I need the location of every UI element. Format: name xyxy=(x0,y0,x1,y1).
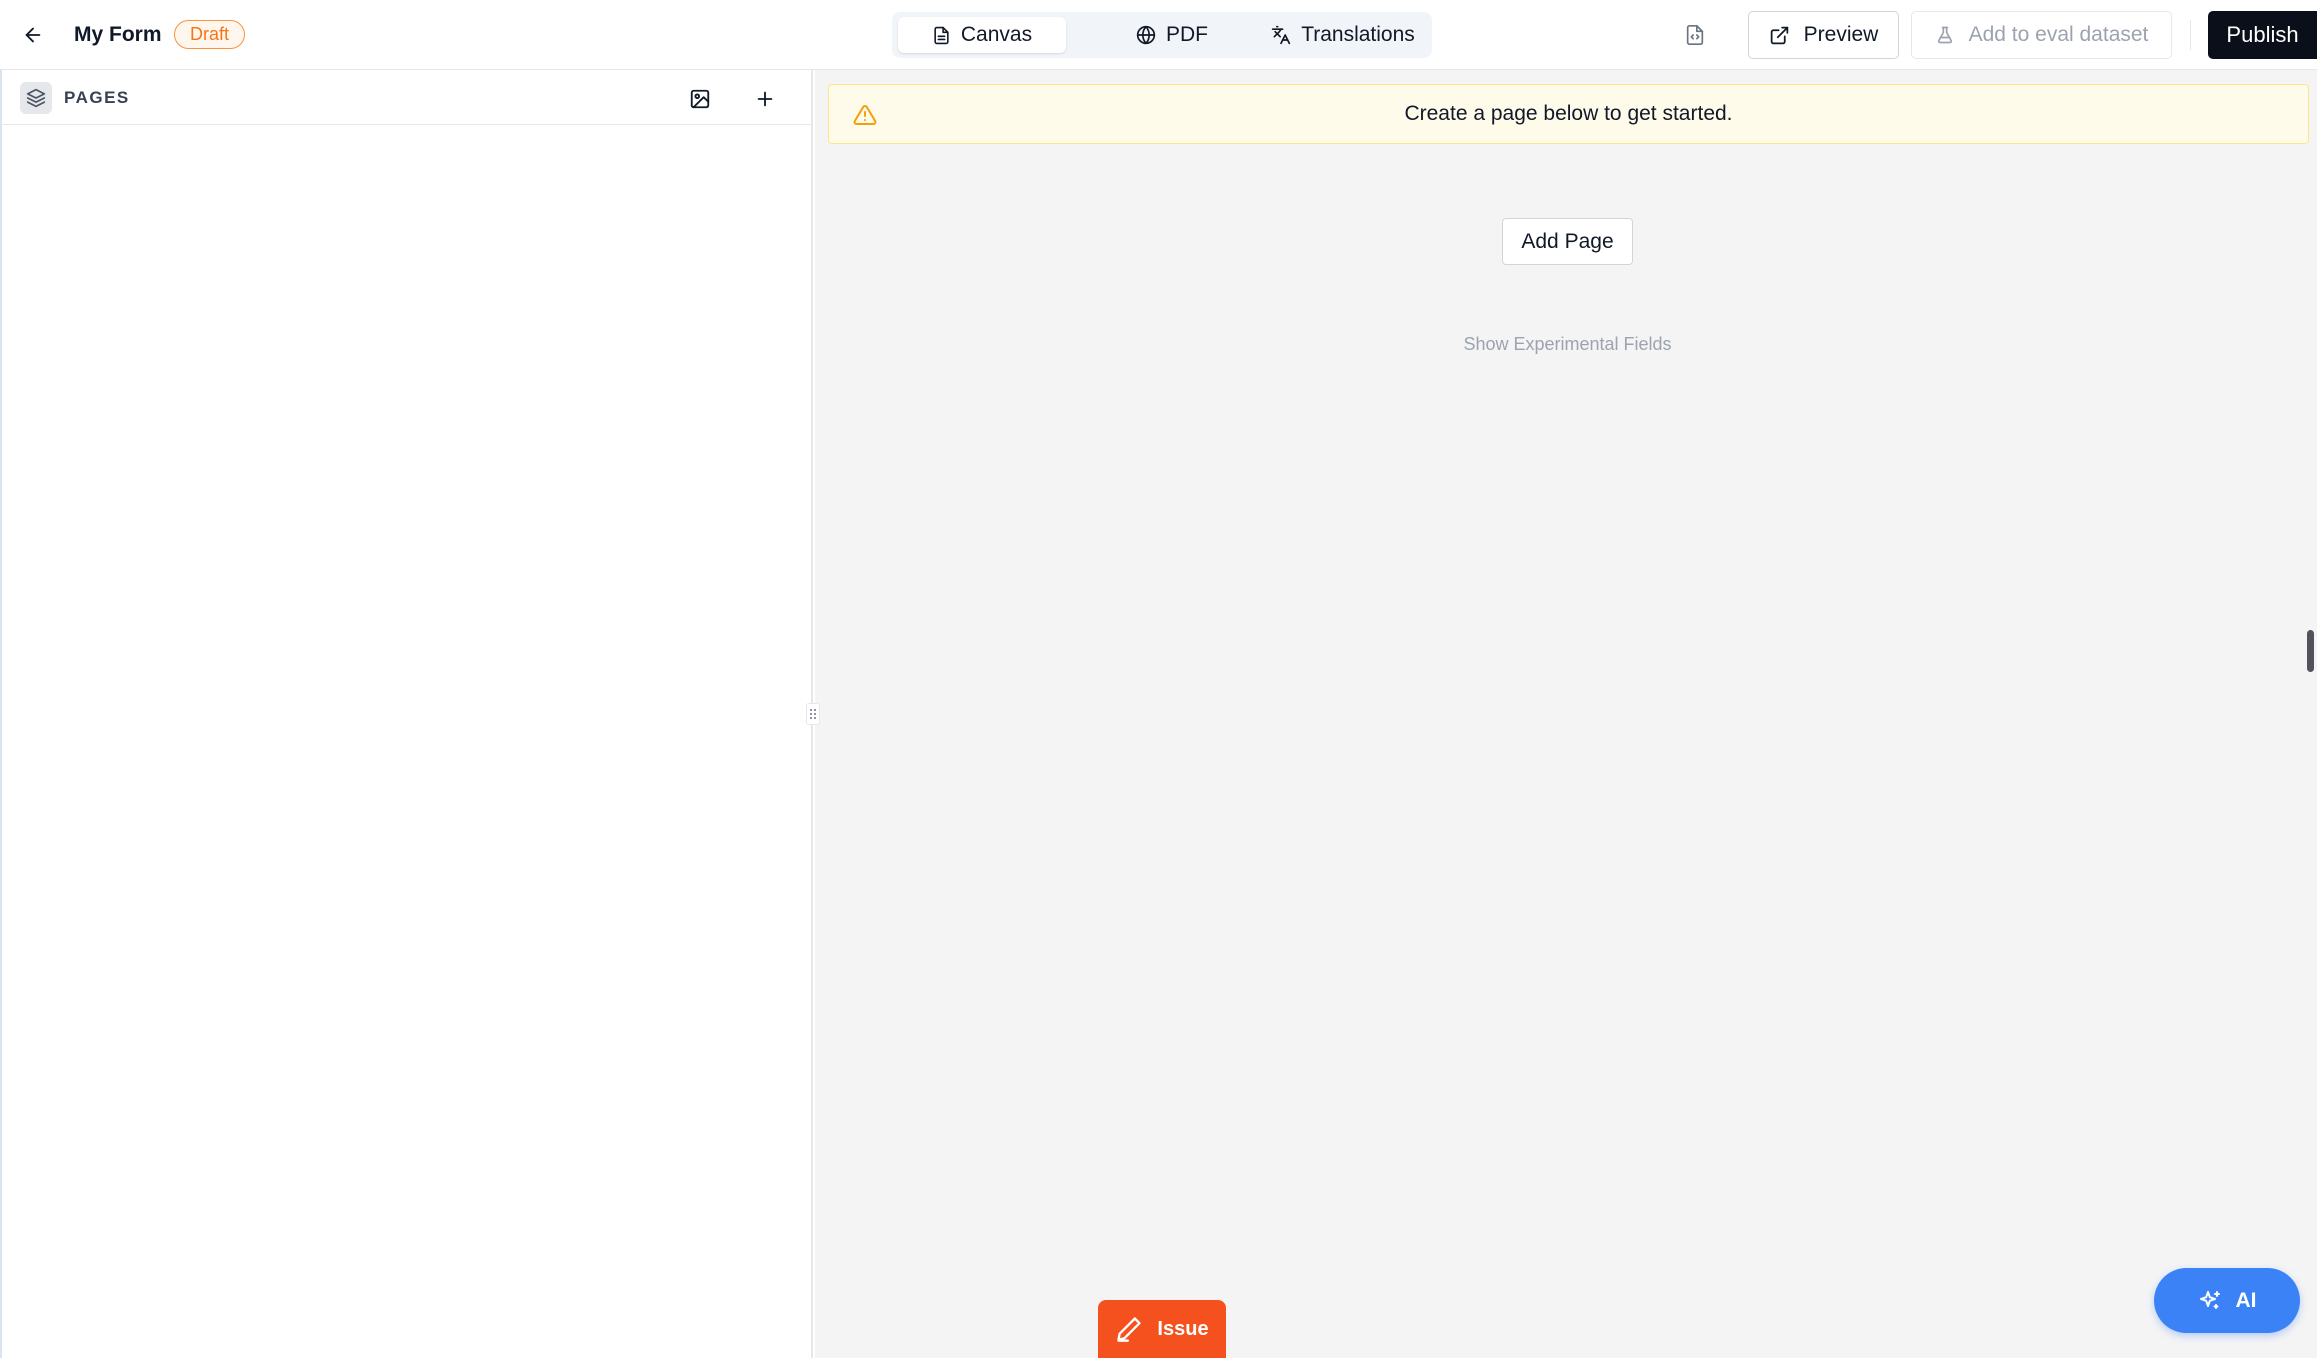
status-badge: Draft xyxy=(174,20,246,49)
layers-icon xyxy=(20,82,52,114)
tab-pdf[interactable]: PDF xyxy=(1102,17,1242,53)
pages-sidebar: PAGES xyxy=(0,70,813,1358)
plus-icon xyxy=(754,88,776,110)
issue-label: Issue xyxy=(1157,1317,1209,1340)
banner-text: Create a page below to get started. xyxy=(1404,102,1733,125)
info-banner: Create a page below to get started. xyxy=(828,84,2309,144)
tab-translations[interactable]: Translations xyxy=(1258,17,1428,53)
sparkles-icon xyxy=(2198,1289,2222,1313)
eval-label: Add to eval dataset xyxy=(1968,23,2149,46)
tab-label: Translations xyxy=(1301,23,1415,46)
preview-button[interactable]: Preview xyxy=(1748,11,1899,59)
tab-label: PDF xyxy=(1166,23,1208,46)
add-page-button[interactable]: Add Page xyxy=(1502,218,1633,265)
show-experimental-fields-link[interactable]: Show Experimental Fields xyxy=(815,334,2317,355)
scrollbar-thumb[interactable] xyxy=(2307,630,2314,672)
grip-vertical-icon xyxy=(809,708,817,720)
pen-icon xyxy=(1115,1315,1143,1343)
sidebar-resize-handle[interactable] xyxy=(806,703,820,725)
ai-assistant-button[interactable]: AI xyxy=(2154,1268,2300,1333)
file-code-icon xyxy=(1684,24,1706,46)
back-button[interactable] xyxy=(14,16,52,54)
file-text-icon xyxy=(932,26,951,45)
form-title: My Form xyxy=(74,23,162,46)
globe-icon xyxy=(1136,25,1156,45)
add-image-button[interactable] xyxy=(682,81,718,117)
ai-label: AI xyxy=(2235,1288,2257,1312)
top-bar: My Form Draft Canvas PDF Translations Pr… xyxy=(0,0,2317,70)
arrow-left-icon xyxy=(22,24,44,46)
view-tabs: Canvas PDF Translations xyxy=(892,12,1432,58)
flask-icon xyxy=(1935,25,1955,45)
external-link-icon xyxy=(1769,25,1790,46)
view-code-button[interactable] xyxy=(1676,16,1714,54)
languages-icon xyxy=(1271,25,1291,45)
header-divider xyxy=(2190,20,2191,50)
add-to-eval-dataset-button[interactable]: Add to eval dataset xyxy=(1911,11,2172,59)
tab-canvas[interactable]: Canvas xyxy=(898,17,1066,53)
preview-label: Preview xyxy=(1803,23,1879,46)
tab-label: Canvas xyxy=(960,23,1033,46)
report-issue-button[interactable]: Issue xyxy=(1098,1300,1226,1358)
publish-button[interactable]: Publish xyxy=(2208,11,2317,59)
image-icon xyxy=(689,88,711,110)
pages-sidebar-header: PAGES xyxy=(2,70,813,125)
canvas-area: Create a page below to get started. Add … xyxy=(815,70,2317,1358)
pages-section-label: PAGES xyxy=(64,88,130,107)
add-page-icon-button[interactable] xyxy=(747,81,783,117)
